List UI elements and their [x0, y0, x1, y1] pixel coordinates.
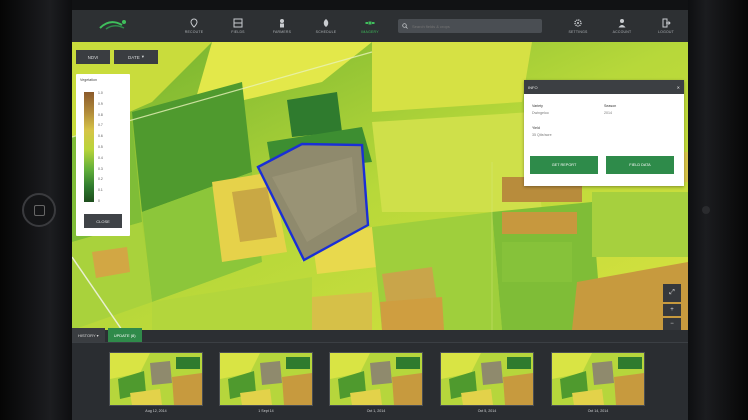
top-bar: RECOUTE FIELDS FARMERS SCHEDULE IMAGERY — [72, 10, 688, 42]
nav-label: IMAGERY — [361, 30, 379, 34]
legend-tick: 0.3 — [98, 166, 103, 171]
legend-tick: 1.0 — [98, 91, 103, 95]
info-value: 35 Qtle/acre — [532, 133, 552, 137]
nav-settings[interactable]: SETTINGS — [556, 10, 600, 42]
ndvi-map[interactable]: NDVI DATE ▾ Vegetation 1.0 0.9 0.8 0.7 0.… — [72, 42, 688, 330]
view-label: DATE — [128, 54, 140, 60]
nav-imagery[interactable]: IMAGERY — [348, 10, 392, 42]
zoom-in-button[interactable]: + — [663, 304, 681, 316]
nav-label: SETTINGS — [568, 30, 588, 34]
view-dropdown[interactable]: DATE ▾ — [114, 50, 158, 64]
info-title: INFO — [528, 84, 538, 90]
search-icon — [402, 23, 408, 29]
nav-label: SCHEDULE — [315, 30, 337, 34]
vegetation-legend: Vegetation 1.0 0.9 0.8 0.7 0.6 0.5 0.4 0… — [76, 74, 130, 236]
leaf-icon — [323, 19, 329, 27]
legend-close-button[interactable]: CLOSE — [84, 214, 122, 228]
right-nav: SETTINGS ACCOUNT LOGOUT — [556, 10, 688, 42]
grid-icon — [233, 18, 243, 28]
chevron-down-icon: ▾ — [141, 54, 144, 59]
camera-icon — [702, 206, 710, 214]
timeline-date: Aug 12, 2014 — [145, 409, 167, 413]
info-value: 2014 — [604, 111, 612, 115]
fullscreen-icon: ⤢ — [669, 289, 675, 296]
legend-tick: 0.8 — [98, 112, 103, 117]
legend-color-ramp — [84, 92, 94, 202]
nav-label: ACCOUNT — [612, 30, 632, 34]
logout-icon — [662, 18, 671, 28]
nav-farmers[interactable]: FARMERS — [260, 10, 304, 42]
nav-schedule[interactable]: SCHEDULE — [304, 10, 348, 42]
legend-tick: 0.7 — [98, 123, 103, 128]
nav-account[interactable]: ACCOUNT — [600, 10, 644, 42]
legend-tick: 0.2 — [98, 177, 103, 182]
timeline-thumbnail[interactable] — [551, 352, 645, 406]
legend-tick: 0.4 — [98, 155, 103, 160]
layer-label: NDVI — [87, 54, 99, 60]
layer-chip[interactable]: NDVI — [76, 50, 110, 64]
search-input[interactable] — [412, 23, 532, 29]
nav-label: RECOUTE — [184, 30, 204, 34]
tablet-frame: RECOUTE FIELDS FARMERS SCHEDULE IMAGERY — [0, 0, 748, 420]
field-data-button[interactable]: FIELD DATA — [606, 156, 674, 174]
timeline-thumbnail[interactable] — [109, 352, 203, 406]
search-box[interactable] — [398, 19, 542, 33]
pin-icon — [190, 18, 198, 28]
nav-label: LOGOUT — [658, 30, 674, 34]
legend-title: Vegetation — [80, 78, 97, 82]
nav-label: FIELDS — [231, 30, 245, 34]
field-info-panel: INFO ✕ Variety Dwingeloo Season 2014 Yie… — [524, 80, 684, 186]
timeline-thumbnail[interactable] — [329, 352, 423, 406]
timeline-tabs: HISTORY ▾ UPDATE (8) — [72, 328, 142, 342]
nav-logout[interactable]: LOGOUT — [644, 10, 688, 42]
timeline-thumbnail[interactable] — [440, 352, 534, 406]
nav-fields[interactable]: FIELDS — [216, 10, 260, 42]
farm-logo-icon[interactable] — [72, 10, 172, 42]
satellite-icon — [365, 21, 375, 25]
legend-tick: 0.6 — [98, 134, 103, 139]
info-key: Variety — [532, 104, 543, 108]
info-value: Dwingeloo — [532, 111, 549, 115]
nav-recoute[interactable]: RECOUTE — [172, 10, 216, 42]
nav-label: FARMERS — [272, 30, 292, 34]
info-key: Season — [604, 104, 617, 108]
tab-history[interactable]: HISTORY ▾ — [72, 328, 105, 342]
timeline-date: 1 Sept 14 — [258, 409, 274, 413]
zoom-out-button[interactable]: − — [663, 318, 681, 330]
close-icon[interactable]: ✕ — [677, 85, 680, 90]
person-icon — [280, 19, 284, 28]
plus-icon: + — [670, 307, 674, 313]
timeline-thumbnail[interactable] — [219, 352, 313, 406]
fullscreen-button[interactable]: ⤢ — [663, 284, 681, 302]
info-key: Yield — [532, 126, 540, 130]
legend-tick: 0.5 — [98, 144, 103, 149]
main-nav: RECOUTE FIELDS FARMERS SCHEDULE IMAGERY — [172, 10, 392, 42]
timeline-date: Oct 5, 2014 — [477, 409, 497, 413]
get-report-button[interactable]: GET REPORT — [530, 156, 598, 174]
gear-icon — [574, 19, 582, 27]
timeline-date: Oct 14, 2014 — [587, 409, 609, 413]
legend-tick: 0.1 — [98, 188, 103, 193]
app-screen: RECOUTE FIELDS FARMERS SCHEDULE IMAGERY — [72, 10, 688, 420]
home-button[interactable] — [22, 193, 56, 227]
minus-icon: − — [670, 321, 674, 327]
timeline-date: Oct 1, 2014 — [366, 409, 386, 413]
legend-ticks: 1.0 0.9 0.8 0.7 0.6 0.5 0.4 0.3 0.2 0.1 … — [98, 91, 103, 203]
info-header: INFO ✕ — [524, 80, 684, 94]
legend-tick: 0 — [98, 198, 100, 203]
legend-tick: 0.9 — [98, 101, 103, 106]
tab-update[interactable]: UPDATE (8) — [107, 328, 142, 342]
user-icon — [618, 19, 626, 28]
imagery-timeline: Aug 12, 2014 1 Sept 14 Oct 1, 2014 Oct 5, 2… — [72, 342, 688, 420]
